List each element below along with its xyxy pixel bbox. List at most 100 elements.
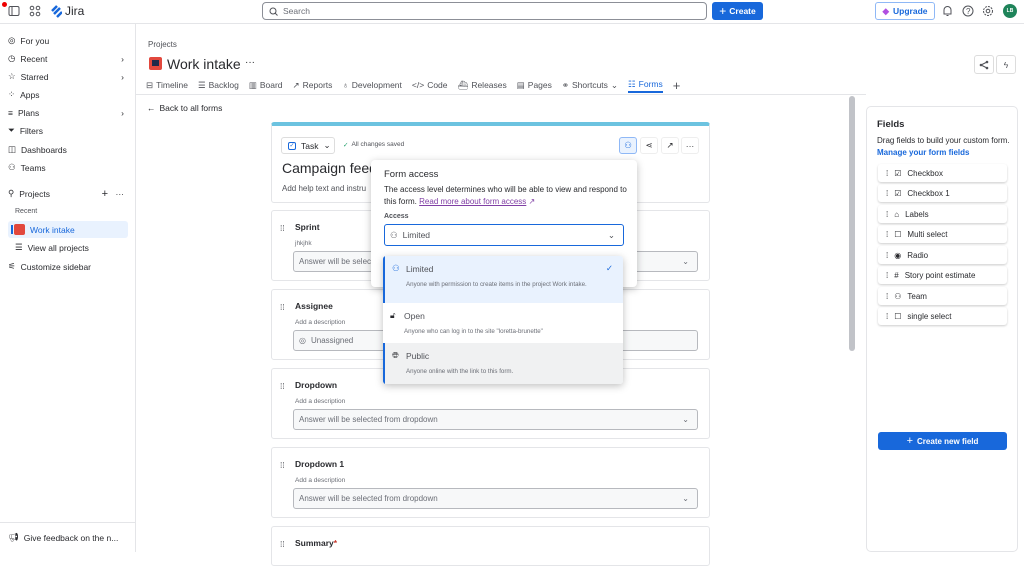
option-open[interactable]: 🔓︎ Open Anyone who can log in to the site … xyxy=(383,303,623,343)
top-bar: Jira Search + Create ◆ Upgrade ? LB xyxy=(0,0,1024,24)
share-form-button[interactable]: ⋖ xyxy=(640,137,658,154)
app-switcher-icon[interactable] xyxy=(29,5,41,17)
field-item-single-select[interactable]: ⁞ ☐ single select xyxy=(878,307,1007,325)
sidebar-item-recent[interactable]: ◷ Recent › xyxy=(8,50,128,67)
field-item-story-point[interactable]: ⁞ # Story point estimate xyxy=(878,266,1007,284)
arrow-left-icon: ← xyxy=(147,103,156,113)
tab-reports[interactable]: ↗ Reports xyxy=(293,77,333,93)
sidebar-item-work-intake[interactable]: Work intake xyxy=(8,221,128,238)
field-item-checkbox[interactable]: ⁞ ☑ Checkbox xyxy=(878,164,1007,182)
sidebar-item-projects[interactable]: ⚲ Projects + ··· xyxy=(8,185,128,202)
tab-backlog[interactable]: ☰ Backlog xyxy=(198,77,239,93)
add-project-icon[interactable]: + xyxy=(102,188,108,200)
megaphone-icon: 📢︎ xyxy=(8,532,19,542)
form-help-text[interactable]: Add help text and instru xyxy=(282,184,366,193)
sidebar-item-teams[interactable]: ⚇ Teams xyxy=(8,159,128,176)
checkbox-icon: ☑ xyxy=(894,168,902,178)
more-icon[interactable]: ··· xyxy=(116,189,125,199)
user-circle-icon: ◎ xyxy=(8,35,16,45)
form-more-button[interactable]: ··· xyxy=(681,137,699,154)
sidebar-item-starred[interactable]: ☆ Starred › xyxy=(8,68,128,85)
more-actions-button[interactable]: ··· xyxy=(245,57,255,68)
tab-releases[interactable]: ⛴︎ Releases xyxy=(458,77,507,93)
add-tab-button[interactable]: + xyxy=(673,77,681,93)
work-type-select[interactable]: ✓ Task ⌄ xyxy=(281,137,335,154)
automation-button[interactable]: ϟ xyxy=(996,55,1016,74)
field-card-summary[interactable]: ⁞⁞ Summary* xyxy=(271,526,710,566)
lightning-icon: ϟ xyxy=(1003,59,1009,70)
give-feedback-button[interactable]: 📢︎ Give feedback on the n... xyxy=(8,529,128,546)
open-form-button[interactable]: ↗ xyxy=(661,137,679,154)
tab-pages[interactable]: ▤ Pages xyxy=(517,77,552,93)
tab-board[interactable]: ▥ Board xyxy=(249,77,283,93)
drag-handle-icon: ⁞⁞ xyxy=(280,381,285,391)
sidebar-item-filters[interactable]: ⏷ Filters xyxy=(8,122,128,139)
sidebar-toggle-icon[interactable] xyxy=(8,5,20,17)
field-item-team[interactable]: ⁞ ⚇ Team xyxy=(878,287,1007,305)
page-icon: ▤ xyxy=(516,79,525,90)
form-title[interactable]: Campaign feed xyxy=(282,160,377,176)
tag-icon: ⌂ xyxy=(894,209,900,219)
field-item-labels[interactable]: ⁞ ⌂ Labels xyxy=(878,205,1007,223)
check-icon: ✓ xyxy=(605,263,613,273)
option-public[interactable]: 🌐︎ Public Anyone online with the link to t… xyxy=(383,343,623,384)
sidebar-item-view-all-projects[interactable]: ☰ View all projects xyxy=(15,239,135,256)
project-icon xyxy=(14,224,25,235)
star-icon: ☆ xyxy=(8,71,16,81)
access-select[interactable]: ⚇ Limited ⌄ xyxy=(384,224,624,246)
drag-handle-icon: ⁞ xyxy=(886,209,889,219)
drag-handle-icon: ⁞ xyxy=(886,311,889,321)
sidebar-item-for-you[interactable]: ◎ For you xyxy=(8,32,128,49)
access-label: Access xyxy=(384,213,409,220)
field-item-checkbox-1[interactable]: ⁞ ☑ Checkbox 1 xyxy=(878,184,1007,202)
form-icon: ☷ xyxy=(628,78,636,89)
user-circle-icon: ◎ xyxy=(299,336,306,345)
sidebar-item-plans[interactable]: ≡ Plans › xyxy=(8,104,128,121)
people-icon: ⚇ xyxy=(392,263,400,273)
form-access-button[interactable]: ⚇ xyxy=(619,137,637,154)
chevron-down-icon: ⌄ xyxy=(607,229,615,240)
tab-development[interactable]: ♁ Development xyxy=(342,77,401,93)
tab-forms[interactable]: ☷ Forms xyxy=(628,77,663,93)
task-icon: ✓ xyxy=(288,141,296,150)
share-button[interactable] xyxy=(974,55,994,74)
field-card-dropdown-1[interactable]: ⁞⁞ Dropdown 1 Add a description Answer wil… xyxy=(271,447,710,518)
code-icon: </> xyxy=(411,80,425,90)
breadcrumb[interactable]: Projects xyxy=(148,40,177,49)
option-limited[interactable]: ⚇ Limited Anyone with permission to create… xyxy=(383,256,623,303)
tab-shortcuts[interactable]: ⚭ Shortcuts ⌄ xyxy=(562,77,618,93)
svg-text:?: ? xyxy=(966,7,971,16)
drag-handle-icon: ⁞⁞ xyxy=(280,223,285,233)
avatar[interactable]: LB xyxy=(1003,4,1017,18)
create-new-field-button[interactable]: + Create new field xyxy=(878,432,1007,450)
upgrade-button[interactable]: ◆ Upgrade xyxy=(875,2,935,20)
gear-icon[interactable] xyxy=(982,5,994,17)
chart-icon: ↗ xyxy=(292,79,300,90)
sidebar-item-dashboards[interactable]: ◫ Dashboards xyxy=(8,141,128,158)
plans-icon: ≡ xyxy=(8,107,13,118)
field-item-multi-select[interactable]: ⁞ ☐ Multi select xyxy=(878,225,1007,243)
dropdown-select[interactable]: Answer will be selected from dropdown ⌄ xyxy=(293,409,698,430)
tab-timeline[interactable]: ⊟ Timeline xyxy=(146,77,188,93)
clock-icon: ◷ xyxy=(8,53,16,63)
dropdown-1-select[interactable]: Answer will be selected from dropdown ⌄ xyxy=(293,488,698,509)
backlog-icon: ☰ xyxy=(197,79,206,90)
sidebar-item-apps[interactable]: ⁘ Apps xyxy=(8,86,128,103)
help-icon[interactable]: ? xyxy=(962,5,974,17)
back-to-all-forms-link[interactable]: ← Back to all forms xyxy=(147,103,222,113)
tab-code[interactable]: </> Code xyxy=(412,77,448,93)
jira-logo[interactable]: Jira xyxy=(50,4,84,18)
people-icon: ⚇ xyxy=(390,229,398,240)
search-input[interactable]: Search xyxy=(262,2,707,20)
drag-handle-icon: ⁞ xyxy=(886,250,889,260)
bell-icon[interactable] xyxy=(942,5,953,17)
project-tabs: ⊟ Timeline ☰ Backlog ▥ Board ↗ Reports ♁ Deve… xyxy=(146,77,690,93)
drag-handle-icon: ⁞⁞ xyxy=(280,539,285,549)
sidebar-item-customize[interactable]: ⚟ Customize sidebar xyxy=(8,258,128,275)
manage-fields-link[interactable]: Manage your form fields xyxy=(877,148,969,157)
create-button[interactable]: + Create xyxy=(712,2,763,20)
field-item-radio[interactable]: ⁞ ◉ Radio xyxy=(878,246,1007,264)
scrollbar[interactable] xyxy=(849,96,855,351)
read-more-link[interactable]: Read more about form access xyxy=(419,197,526,206)
square-icon: ☐ xyxy=(894,229,902,239)
